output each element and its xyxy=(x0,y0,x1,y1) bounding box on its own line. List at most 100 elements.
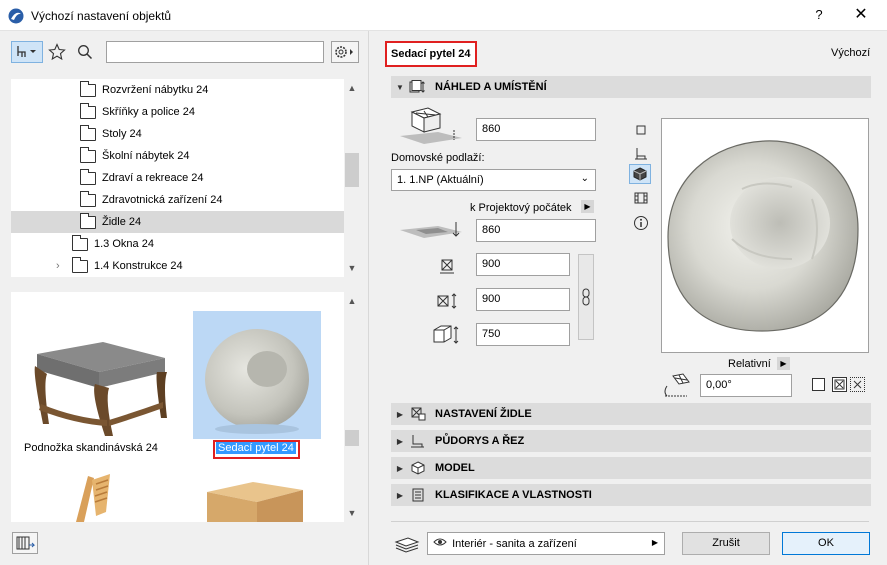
tree-item[interactable]: 1.3 Okna 24 xyxy=(11,233,344,255)
rotation-angle-icon xyxy=(661,372,693,400)
panel-classification[interactable]: ▶ KLASIFIKACE A VLASTNOSTI xyxy=(391,484,871,506)
layer-select[interactable]: Interiér - sanita a zařízení ▶ xyxy=(427,532,665,555)
home-story-label: Domovské podlaží: xyxy=(391,152,485,164)
panel-model[interactable]: ▶ MODEL xyxy=(391,457,871,479)
expand-right-icon: ▶ xyxy=(396,409,404,419)
folder-icon xyxy=(80,168,96,185)
expand-right-icon: ▶ xyxy=(396,463,404,473)
scroll-thumb[interactable] xyxy=(345,430,359,446)
elevation-icon xyxy=(398,216,466,244)
close-button[interactable]: ✕ xyxy=(846,4,876,26)
tree-scrollbar[interactable]: ▲ ▼ xyxy=(344,79,360,277)
tree-item[interactable]: Zdravotnická zařízení 24 xyxy=(11,189,344,211)
chair-settings-icon xyxy=(409,407,427,421)
height-icon xyxy=(431,323,461,347)
folder-icon xyxy=(80,80,96,97)
panel-chair-settings[interactable]: ▶ NASTAVENÍ ŽIDLE xyxy=(391,403,871,425)
object-name: Sedací pytel 24 xyxy=(385,41,477,67)
view-section-icon[interactable] xyxy=(630,143,652,163)
separator xyxy=(391,521,869,522)
angle-field[interactable]: 0,00° xyxy=(700,374,792,397)
width-field[interactable]: 900 xyxy=(476,253,570,276)
cancel-button[interactable]: Zrušit xyxy=(682,532,770,555)
beanbag-image xyxy=(205,329,309,434)
splitter[interactable] xyxy=(368,31,369,565)
link-dimensions-toggle[interactable] xyxy=(578,254,594,340)
thumbnail-label: Podnožka skandinávská 24 xyxy=(24,442,158,454)
star-icon xyxy=(48,43,66,61)
depth-field[interactable]: 900 xyxy=(476,288,570,311)
depth-icon xyxy=(436,291,460,311)
home-story-select[interactable]: 1. 1.NP (Aktuální) ⌄ xyxy=(391,169,596,191)
elevation-field[interactable]: 860 xyxy=(476,219,596,242)
library-manager-button[interactable] xyxy=(12,532,38,554)
relative-arrow-button[interactable]: ▶ xyxy=(777,357,790,370)
thumbnail-footstool[interactable] xyxy=(25,314,175,442)
view-2d-symbol-icon[interactable] xyxy=(630,120,652,140)
scroll-up-icon[interactable]: ▲ xyxy=(344,81,360,95)
library-settings-button[interactable] xyxy=(331,41,359,63)
top-height-field[interactable]: 860 xyxy=(476,118,596,141)
tree-item[interactable]: Zdraví a rekreace 24 xyxy=(11,167,344,189)
thumbnails-scrollbar[interactable]: ▲ ▼ xyxy=(344,292,360,522)
thumbnail-table-partial[interactable] xyxy=(205,478,305,522)
mirror-x-icon[interactable] xyxy=(832,377,847,392)
app-logo-icon xyxy=(8,8,24,24)
chevron-down-icon: ⌄ xyxy=(580,173,589,184)
scroll-down-icon[interactable]: ▼ xyxy=(344,261,360,275)
floor-plan-icon xyxy=(409,434,427,448)
folder-icon xyxy=(80,190,96,207)
window-title: Výchozí nastavení objektů xyxy=(31,9,172,23)
expand-right-icon: ▶ xyxy=(396,490,404,500)
folder-icon xyxy=(72,256,88,273)
search-button[interactable] xyxy=(74,41,96,63)
tree-item[interactable]: Školní nábytek 24 xyxy=(11,145,344,167)
cube-icon xyxy=(409,461,427,475)
wooden-chair-image xyxy=(76,474,110,522)
panel-floor-plan-section[interactable]: ▶ PŮDORYS A ŘEZ xyxy=(391,430,871,452)
folder-icon xyxy=(80,102,96,119)
mirror-none-checkbox[interactable] xyxy=(812,378,825,391)
help-button[interactable]: ? xyxy=(806,4,832,26)
view-3d-icon[interactable] xyxy=(629,164,651,184)
scroll-thumb[interactable] xyxy=(345,153,359,187)
search-input[interactable] xyxy=(106,41,324,63)
object-thumbnails[interactable]: Podnožka skandinávská 24 Sedací pytel 24… xyxy=(11,292,360,522)
thumbnail-beanbag[interactable] xyxy=(193,311,321,439)
ok-button[interactable]: OK xyxy=(782,532,870,555)
relative-label: Relativní xyxy=(728,358,771,370)
expand-right-icon: ▶ xyxy=(396,436,404,446)
beanbag-preview-image xyxy=(667,140,859,332)
mirror-y-icon[interactable] xyxy=(850,377,865,392)
library-tree[interactable]: Rozvržení nábytku 24 Skříňky a police 24… xyxy=(11,79,360,277)
scroll-down-icon[interactable]: ▼ xyxy=(344,506,360,520)
object-preview[interactable] xyxy=(661,118,869,353)
tree-item-selected[interactable]: Židle 24 xyxy=(11,211,344,233)
panel-preview-placement[interactable]: ▼ NÁHLED A UMÍSTĚNÍ xyxy=(391,76,871,98)
wooden-table-image xyxy=(207,482,303,522)
folder-icon xyxy=(80,146,96,163)
footstool-image xyxy=(34,342,167,436)
default-label: Výchozí xyxy=(831,47,871,59)
view-elevation-icon[interactable] xyxy=(630,188,652,208)
gear-icon xyxy=(335,46,353,58)
thumbnail-chair-partial[interactable] xyxy=(66,472,126,522)
chain-link-icon xyxy=(582,288,590,306)
layers-icon xyxy=(394,532,420,554)
tree-item[interactable]: Stoly 24 xyxy=(11,123,344,145)
chevron-right-icon[interactable]: › xyxy=(56,260,66,272)
favorites-button[interactable] xyxy=(46,41,68,63)
tree-item[interactable]: Rozvržení nábytku 24 xyxy=(11,79,344,101)
height-field[interactable]: 750 xyxy=(476,323,570,346)
folder-icon xyxy=(80,212,96,229)
library-mode-button[interactable] xyxy=(11,41,43,63)
scroll-up-icon[interactable]: ▲ xyxy=(344,294,360,308)
width-icon xyxy=(436,256,458,276)
expand-down-icon: ▼ xyxy=(396,82,404,92)
thumbnail-label-selected: Sedací pytel 24 xyxy=(216,442,296,454)
tree-item[interactable]: Skříňky a police 24 xyxy=(11,101,344,123)
chevron-right-icon: ▶ xyxy=(651,538,658,547)
tree-item[interactable]: › 1.4 Konstrukce 24 xyxy=(11,255,344,277)
info-icon[interactable] xyxy=(630,213,652,233)
reference-arrow-button[interactable]: ▶ xyxy=(581,200,594,213)
